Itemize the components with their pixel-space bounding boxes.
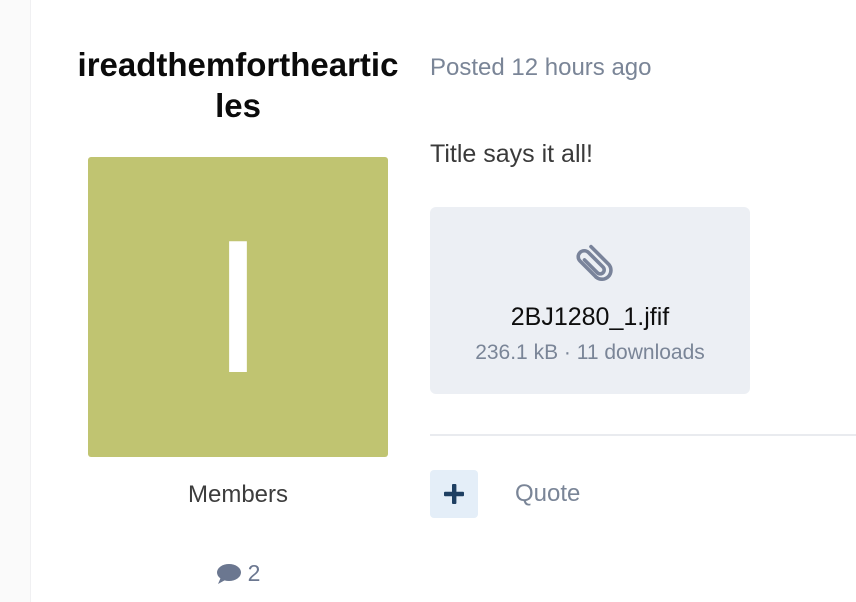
post-count-link[interactable]: 2 xyxy=(60,560,416,587)
author-panel: ireadthemforthearticles I Members 2 xyxy=(60,44,416,586)
plus-icon xyxy=(444,484,464,504)
avatar-letter: I xyxy=(211,201,265,413)
post-timestamp: Posted 12 hours ago xyxy=(430,54,652,81)
paperclip-icon xyxy=(576,244,613,281)
attachment-card[interactable]: 2BJ1280_1.jfif 236.1 kB · 11 downloads xyxy=(430,207,750,394)
attachment-filename: 2BJ1280_1.jfif xyxy=(510,303,670,331)
post-count-value: 2 xyxy=(247,560,261,586)
attachment-details: 236.1 kB · 11 downloads xyxy=(475,341,705,364)
member-group-label: Members xyxy=(187,481,289,508)
quote-button[interactable]: Quote xyxy=(515,480,580,508)
author-name-link[interactable]: ireadthemforthearticles xyxy=(73,44,403,126)
add-reaction-button[interactable] xyxy=(430,470,478,518)
avatar[interactable]: I xyxy=(88,157,388,457)
comment-icon xyxy=(216,563,241,584)
forum-post: ireadthemforthearticles I Members 2 Post… xyxy=(0,0,856,602)
page-edge xyxy=(0,0,31,602)
post-divider xyxy=(430,434,856,436)
post-body-text: Title says it all! xyxy=(430,140,594,168)
